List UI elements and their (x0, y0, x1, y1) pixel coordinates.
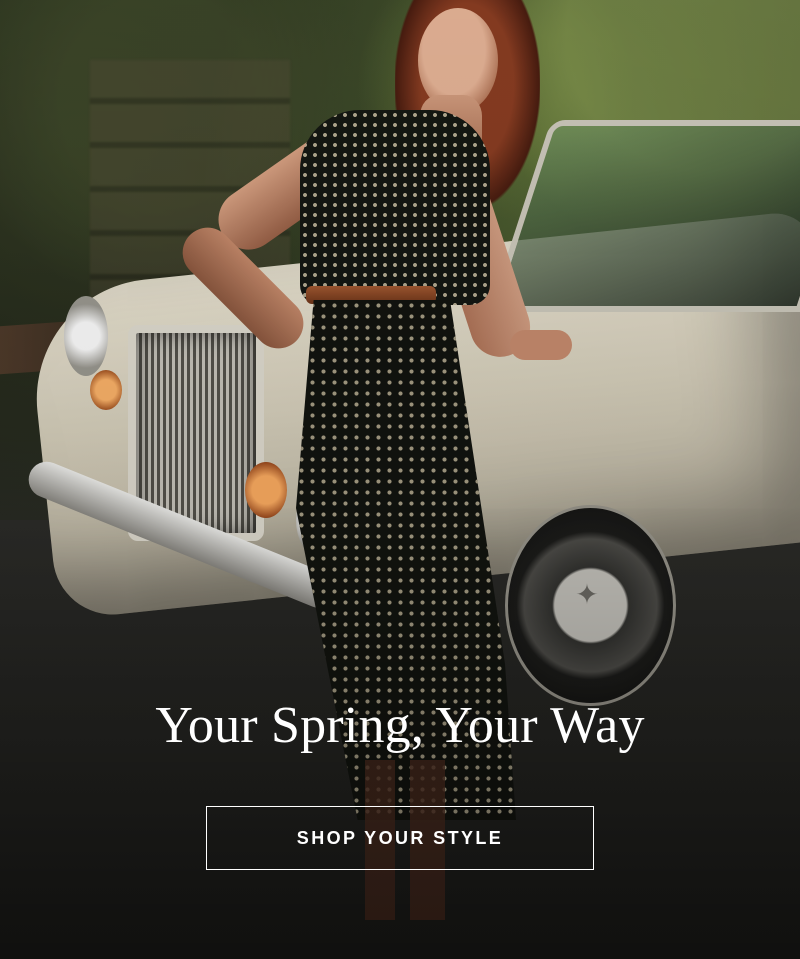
hero-headline: Your Spring, Your Way (155, 697, 645, 754)
shop-your-style-button[interactable]: SHOP YOUR STYLE (206, 806, 594, 870)
hero-banner: ✦ Your Spring, Your Way SHOP YOUR STYLE (0, 0, 800, 959)
